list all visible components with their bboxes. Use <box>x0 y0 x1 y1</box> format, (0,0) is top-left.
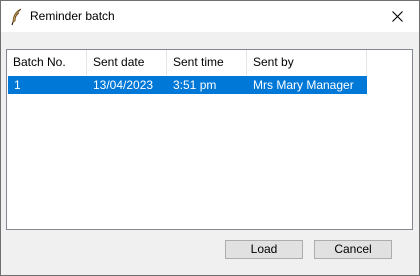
cancel-button[interactable]: Cancel <box>314 240 392 259</box>
column-header-sent-date[interactable]: Sent date <box>87 50 167 75</box>
quill-icon <box>11 8 22 26</box>
title-bar: Reminder batch <box>1 1 419 32</box>
cell-sent-date: 13/04/2023 <box>93 78 154 92</box>
list-header: Batch No. Sent date Sent time Sent by <box>7 50 412 75</box>
column-header-sent-by[interactable]: Sent by <box>247 50 367 75</box>
close-button[interactable] <box>375 1 419 32</box>
reminder-batch-dialog: Reminder batch Batch No. Sent date Sent … <box>0 0 420 276</box>
cell-batch-no: 1 <box>14 78 21 92</box>
cell-sent-time: 3:51 pm <box>173 78 217 92</box>
cell-sent-by: Mrs Mary Manager <box>253 78 354 92</box>
window-title: Reminder batch <box>30 9 115 23</box>
table-row[interactable]: 1 13/04/2023 3:51 pm Mrs Mary Manager <box>8 76 367 94</box>
column-header-sent-time[interactable]: Sent time <box>167 50 247 75</box>
batch-list[interactable]: Batch No. Sent date Sent time Sent by 1 … <box>6 49 413 230</box>
load-button[interactable]: Load <box>225 240 303 259</box>
close-icon <box>391 11 403 22</box>
column-header-batch-no[interactable]: Batch No. <box>7 50 87 75</box>
